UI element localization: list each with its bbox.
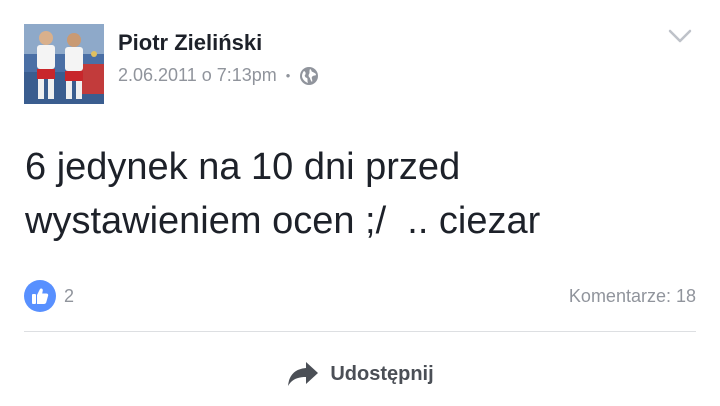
post-meta: 2.06.2011 o 7:13pm • [118, 65, 319, 86]
comments-count[interactable]: Komentarze: 18 [569, 286, 696, 307]
post-timestamp[interactable]: 2.06.2011 o 7:13pm [118, 65, 277, 86]
divider [24, 331, 696, 332]
author-name[interactable]: Piotr Zieliński [118, 30, 262, 56]
avatar[interactable] [24, 24, 104, 104]
like-icon [24, 280, 56, 312]
reactions-summary[interactable]: 2 [24, 280, 74, 312]
share-label: Udostępnij [330, 362, 434, 385]
share-button[interactable]: Udostępnij [0, 352, 720, 396]
avatar-image [24, 24, 104, 104]
globe-icon [299, 66, 319, 86]
chevron-down-icon[interactable] [666, 24, 694, 48]
post-text: 6 jedynek na 10 dni przed wystawieniem o… [25, 146, 541, 242]
share-arrow-icon [286, 360, 320, 388]
like-count: 2 [64, 285, 75, 306]
meta-separator: • [285, 68, 291, 83]
post-card: Piotr Zieliński 2.06.2011 o 7:13pm • 6 j… [0, 0, 720, 406]
